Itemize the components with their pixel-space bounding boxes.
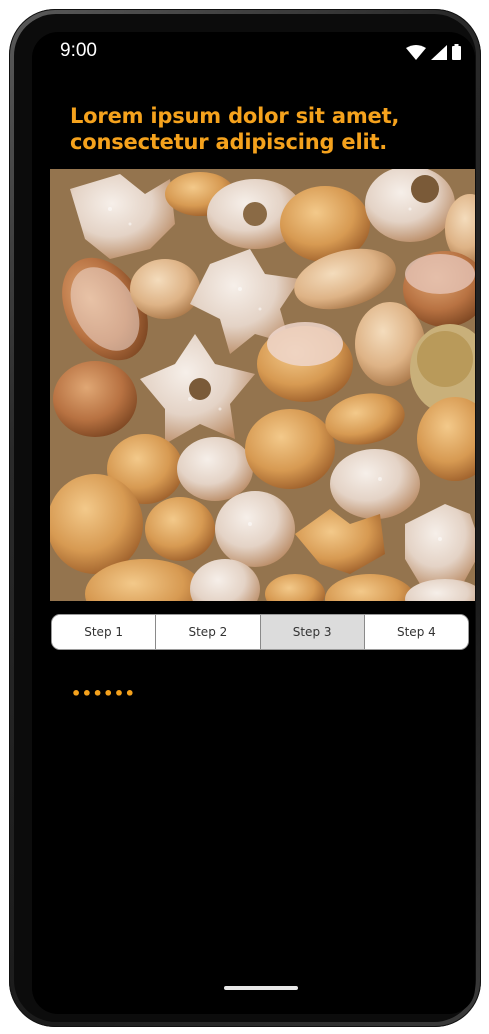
step-selector: Step 1 Step 2 Step 3 Step 4	[51, 614, 469, 650]
status-icons	[406, 44, 461, 60]
step-4-button[interactable]: Step 4	[364, 615, 468, 649]
app-screen: 9:00 Lorem ipsum dolor sit amet, consect…	[32, 32, 475, 1014]
cellular-signal-icon	[431, 45, 447, 60]
step-2-button[interactable]: Step 2	[156, 615, 261, 649]
battery-icon	[452, 44, 461, 60]
step-1-button[interactable]: Step 1	[52, 615, 157, 649]
pastry-illustration	[50, 169, 475, 601]
step-3-button[interactable]: Step 3	[260, 615, 365, 649]
progress-dots: ••••••	[71, 684, 136, 703]
home-indicator[interactable]	[224, 986, 298, 990]
phone-frame: 9:00 Lorem ipsum dolor sit amet, consect…	[9, 9, 481, 1027]
pastry-photo	[50, 169, 475, 601]
wifi-icon	[406, 45, 426, 60]
headline: Lorem ipsum dolor sit amet, consectetur …	[70, 104, 400, 154]
status-time: 9:00	[60, 40, 97, 61]
status-bar: 9:00	[32, 32, 475, 72]
